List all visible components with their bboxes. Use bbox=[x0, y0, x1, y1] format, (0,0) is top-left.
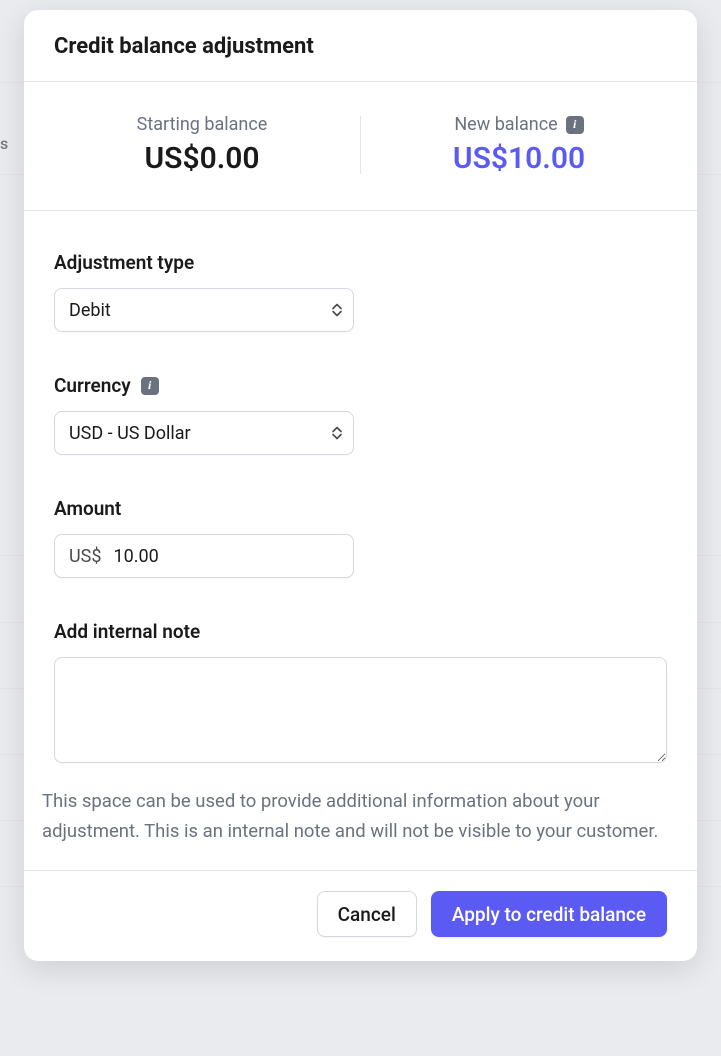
note-help-text: This space can be used to provide additi… bbox=[24, 787, 697, 870]
amount-input-wrap[interactable]: US$ bbox=[54, 534, 354, 578]
currency-group: Currency i USD - US Dollar bbox=[54, 374, 667, 455]
note-group: Add internal note bbox=[54, 620, 667, 767]
modal-header: Credit balance adjustment bbox=[24, 10, 697, 82]
amount-prefix: US$ bbox=[69, 546, 101, 567]
new-balance: New balance i US$10.00 bbox=[361, 114, 677, 176]
starting-balance-value: US$0.00 bbox=[144, 141, 259, 176]
adjustment-type-value: Debit bbox=[69, 300, 111, 321]
adjustment-type-label: Adjustment type bbox=[54, 251, 194, 274]
form-body: Adjustment type Debit Currency i USD - U… bbox=[24, 211, 697, 797]
adjustment-type-group: Adjustment type Debit bbox=[54, 251, 667, 332]
modal-title: Credit balance adjustment bbox=[54, 34, 667, 59]
cancel-button[interactable]: Cancel bbox=[317, 891, 417, 937]
currency-label: Currency bbox=[54, 374, 131, 397]
amount-input[interactable] bbox=[113, 546, 341, 567]
starting-balance: Starting balance US$0.00 bbox=[44, 114, 360, 176]
currency-value: USD - US Dollar bbox=[69, 423, 191, 444]
info-icon[interactable]: i bbox=[141, 377, 159, 395]
balance-summary: Starting balance US$0.00 New balance i U… bbox=[24, 82, 697, 211]
credit-balance-adjustment-modal: Credit balance adjustment Starting balan… bbox=[24, 10, 697, 961]
starting-balance-label: Starting balance bbox=[137, 114, 268, 135]
adjustment-type-select[interactable]: Debit bbox=[54, 288, 354, 332]
background-partial-text: s bbox=[0, 134, 8, 153]
new-balance-label: New balance bbox=[454, 114, 557, 135]
modal-footer: Cancel Apply to credit balance bbox=[24, 870, 697, 961]
note-label: Add internal note bbox=[54, 620, 200, 643]
currency-select[interactable]: USD - US Dollar bbox=[54, 411, 354, 455]
note-textarea[interactable] bbox=[54, 657, 667, 763]
new-balance-value: US$10.00 bbox=[453, 141, 585, 176]
amount-group: Amount US$ bbox=[54, 497, 667, 578]
info-icon[interactable]: i bbox=[566, 116, 584, 134]
amount-label: Amount bbox=[54, 497, 121, 520]
apply-button[interactable]: Apply to credit balance bbox=[431, 891, 667, 937]
